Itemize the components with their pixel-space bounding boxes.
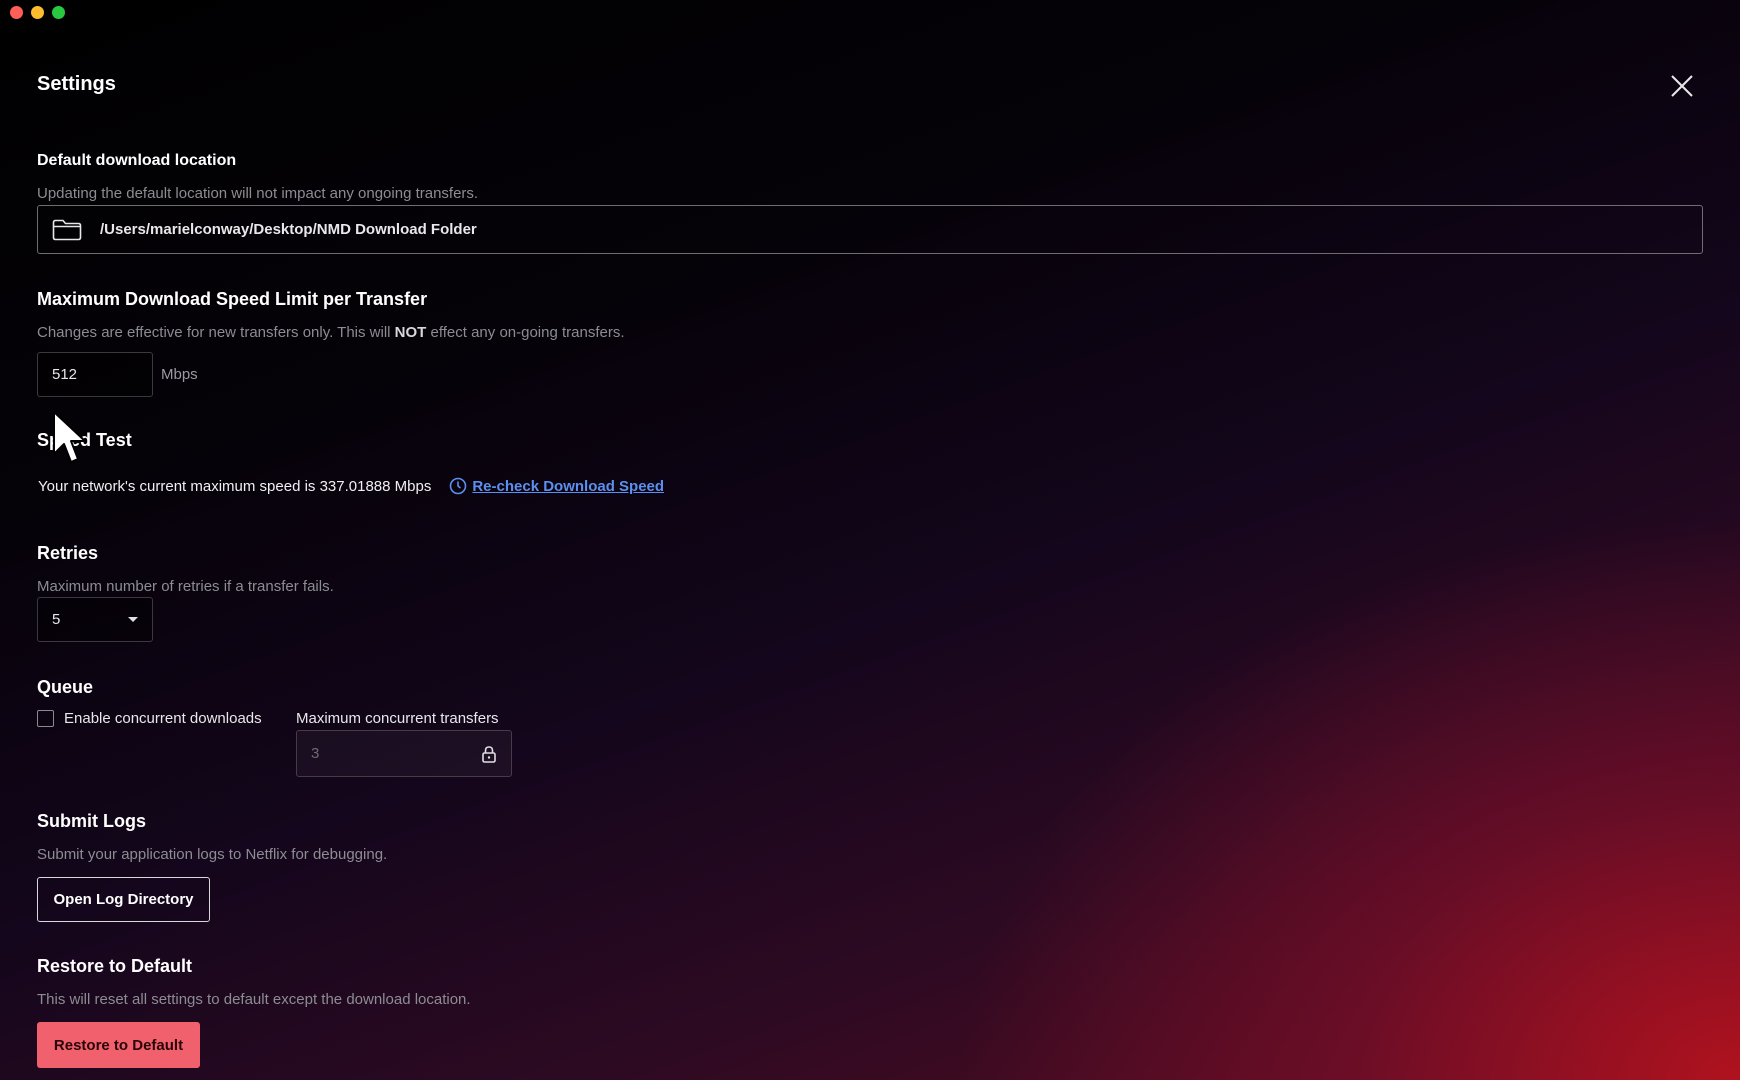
concurrent-downloads-row: Enable concurrent downloads: [37, 710, 262, 727]
download-location-field[interactable]: /Users/marielconway/Desktop/NMD Download…: [37, 205, 1703, 254]
open-log-directory-button[interactable]: Open Log Directory: [37, 877, 210, 922]
clock-icon: [450, 477, 467, 495]
recheck-speed-link[interactable]: Re-check Download Speed: [449, 477, 664, 495]
page-title: Settings: [37, 73, 116, 95]
retries-description: Maximum number of retries if a transfer …: [37, 578, 334, 595]
chevron-down-icon: [128, 617, 138, 622]
retries-select[interactable]: 5: [37, 597, 153, 642]
speed-limit-input[interactable]: 512: [37, 352, 153, 397]
speed-test-result: Your network's current maximum speed is …: [38, 477, 432, 495]
submit-logs-description: Submit your application logs to Netflix …: [37, 846, 388, 863]
window-controls: [10, 6, 65, 19]
download-location-path: /Users/marielconway/Desktop/NMD Download…: [100, 221, 477, 238]
speed-limit-unit: Mbps: [161, 366, 198, 383]
restore-description: This will reset all settings to default …: [37, 991, 471, 1008]
folder-icon: [52, 219, 82, 240]
restore-title: Restore to Default: [37, 956, 193, 976]
speed-limit-description: Changes are effective for new transfers …: [37, 324, 625, 341]
max-concurrent-input: 3: [296, 730, 512, 777]
queue-title: Queue: [37, 677, 94, 697]
speed-limit-title: Maximum Download Speed Limit per Transfe…: [37, 289, 428, 309]
window-maximize-button[interactable]: [52, 6, 65, 19]
recheck-speed-label: Re-check Download Speed: [472, 477, 665, 495]
submit-logs-title: Submit Logs: [37, 811, 146, 831]
lock-icon: [482, 745, 496, 763]
window-minimize-button[interactable]: [31, 6, 44, 19]
concurrent-downloads-label: Enable concurrent downloads: [64, 710, 262, 727]
window-close-button[interactable]: [10, 6, 23, 19]
concurrent-downloads-checkbox[interactable]: [37, 710, 54, 727]
retries-selected-value: 5: [52, 611, 61, 628]
max-concurrent-label: Maximum concurrent transfers: [296, 710, 499, 727]
download-location-title: Default download location: [37, 152, 237, 169]
restore-to-default-button[interactable]: Restore to Default: [37, 1022, 200, 1068]
close-icon[interactable]: [1668, 72, 1696, 100]
max-concurrent-value: 3: [311, 745, 320, 762]
retries-title: Retries: [37, 543, 99, 563]
download-location-description: Updating the default location will not i…: [37, 185, 479, 202]
speed-test-title: Speed Test: [37, 430, 132, 450]
speed-test-row: Your network's current maximum speed is …: [38, 477, 664, 495]
